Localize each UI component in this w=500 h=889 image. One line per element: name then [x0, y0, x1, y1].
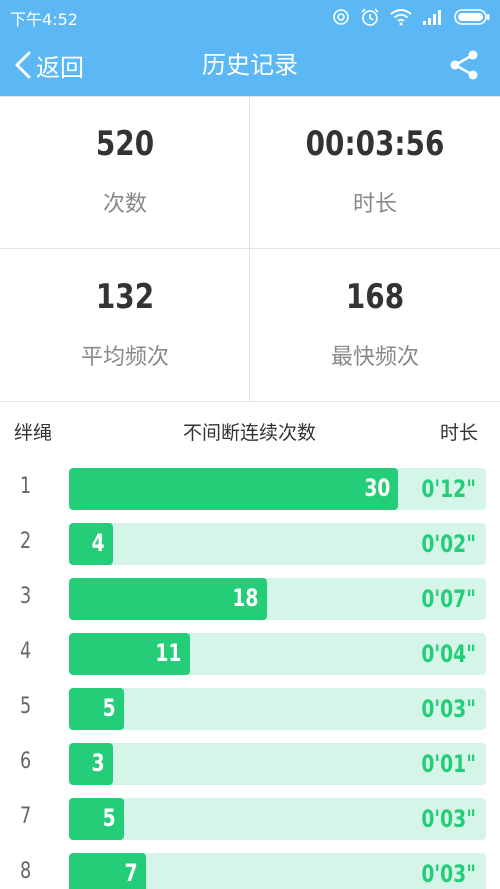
- row-count: 5: [102, 694, 116, 722]
- progress-track: 11 0'04": [69, 633, 486, 675]
- status-bar: 下午4:52: [0, 0, 500, 34]
- row-index: 6: [20, 749, 32, 774]
- progress-track: 5 0'03": [69, 688, 486, 730]
- row-count: 4: [91, 529, 105, 557]
- divider: [0, 248, 500, 249]
- header-count: 不间断连续次数: [183, 422, 317, 444]
- row-duration: 0'07": [421, 585, 476, 613]
- list-item: 6 3 0'01": [0, 743, 500, 785]
- stat-average-frequency: 132 平均频次: [0, 249, 250, 402]
- progress-fill: 4: [69, 523, 113, 565]
- battery-icon: [454, 9, 490, 25]
- row-index: 5: [20, 694, 32, 719]
- wifi-icon: [390, 9, 412, 26]
- row-duration: 0'03": [421, 805, 476, 833]
- sync-icon: [333, 9, 349, 25]
- row-count: 18: [232, 584, 259, 612]
- row-duration: 0'03": [421, 860, 476, 888]
- progress-fill: 5: [69, 688, 124, 730]
- row-duration: 0'01": [421, 750, 476, 778]
- row-count: 30: [364, 474, 391, 502]
- row-index: 4: [20, 639, 32, 664]
- stat-duration: 00:03:56 时长: [250, 96, 500, 249]
- table-header: 绊绳 不间断连续次数 时长: [0, 402, 500, 458]
- header-duration: 时长: [439, 422, 478, 444]
- list-item: 7 5 0'03": [0, 798, 500, 840]
- stats-grid: 520 次数 00:03:56 时长 132 平均频次 168 最快频次: [0, 96, 500, 402]
- list-item: 5 5 0'03": [0, 688, 500, 730]
- row-count: 7: [124, 859, 138, 887]
- progress-fill: 11: [69, 633, 190, 675]
- row-duration: 0'04": [421, 640, 476, 668]
- progress-track: 3 0'01": [69, 743, 486, 785]
- nav-bar: 返回 历史记录: [0, 34, 500, 96]
- stat-value: 168: [345, 277, 405, 317]
- status-time: 下午4:52: [10, 10, 78, 29]
- progress-track: 7 0'03": [69, 853, 486, 889]
- progress-fill: 18: [69, 578, 267, 620]
- row-index: 7: [20, 804, 32, 829]
- row-duration: 0'12": [421, 475, 476, 503]
- row-index: 3: [20, 584, 32, 609]
- alarm-icon: [361, 8, 379, 26]
- stat-fastest-frequency: 168 最快频次: [250, 249, 500, 402]
- back-label: 返回: [36, 53, 84, 82]
- row-count: 3: [91, 749, 105, 777]
- progress-fill: 5: [69, 798, 124, 840]
- progress-track: 18 0'07": [69, 578, 486, 620]
- progress-fill: 7: [69, 853, 146, 889]
- row-index: 2: [20, 529, 32, 554]
- status-icons: [332, 5, 490, 29]
- row-count: 5: [102, 804, 116, 832]
- back-button[interactable]: 返回: [12, 34, 84, 96]
- progress-fill: 3: [69, 743, 113, 785]
- signal-icon: [423, 10, 441, 25]
- stat-value: 00:03:56: [305, 124, 445, 164]
- stat-count: 520 次数: [0, 96, 250, 249]
- list-item: 4 11 0'04": [0, 633, 500, 675]
- stat-label: 最快频次: [330, 345, 419, 370]
- stat-value: 132: [95, 277, 155, 317]
- row-index: 1: [20, 474, 32, 499]
- divider: [0, 96, 500, 97]
- chevron-left-icon: [15, 51, 31, 79]
- row-duration: 0'03": [421, 695, 476, 723]
- progress-track: 5 0'03": [69, 798, 486, 840]
- stat-value: 520: [95, 124, 155, 164]
- list-item: 3 18 0'07": [0, 578, 500, 620]
- stat-label: 次数: [102, 192, 147, 217]
- progress-fill: 30: [69, 468, 399, 510]
- row-duration: 0'02": [421, 530, 476, 558]
- progress-track: 4 0'02": [69, 523, 486, 565]
- stat-label: 时长: [352, 192, 397, 217]
- list-item: 1 30 0'12": [0, 468, 500, 510]
- stat-label: 平均频次: [80, 345, 169, 370]
- list-item: 8 7 0'03": [0, 853, 500, 889]
- row-index: 8: [20, 859, 32, 884]
- divider: [249, 96, 250, 402]
- header-trip: 绊绳: [14, 422, 53, 444]
- share-icon[interactable]: [448, 49, 480, 81]
- list-item: 2 4 0'02": [0, 523, 500, 565]
- row-count: 11: [155, 639, 182, 667]
- progress-track: 30 0'12": [69, 468, 486, 510]
